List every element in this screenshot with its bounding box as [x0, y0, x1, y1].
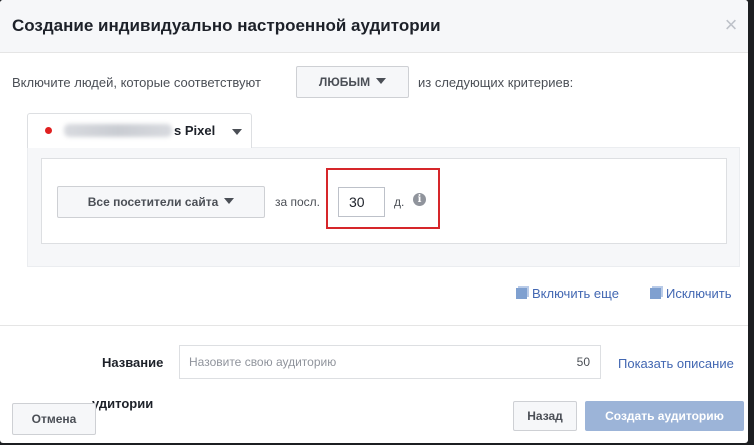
chevron-down-icon: [224, 198, 235, 204]
criteria-prefix: Включите людей, которые соответствуют: [12, 75, 261, 90]
copy-icon: [516, 288, 527, 299]
highlight-box: [326, 168, 440, 229]
copy-icon: [650, 288, 661, 299]
pixel-name: s Pixel: [174, 123, 216, 138]
audience-name-placeholder: Назовите свою аудиторию: [189, 355, 337, 369]
cancel-button[interactable]: Отмена: [12, 403, 96, 435]
partial-audience-label: удитории: [92, 396, 154, 411]
criteria-suffix: из следующих критериев:: [418, 75, 574, 90]
exclude-link[interactable]: Исключить: [650, 286, 732, 301]
close-icon[interactable]: ×: [720, 14, 742, 36]
custom-audience-dialog: Создание индивидуально настроенной аудит…: [0, 0, 748, 443]
pixel-status-icon: [45, 127, 52, 134]
match-type-value: ЛЮБЫМ: [318, 75, 371, 89]
event-value: Все посетители сайта: [87, 195, 219, 209]
for-last-label: за посл.: [275, 195, 321, 209]
chevron-down-icon: [232, 129, 242, 135]
section-divider: [0, 325, 748, 326]
audience-name-input[interactable]: Назовите свою аудиторию 50: [179, 345, 601, 379]
event-dropdown[interactable]: Все посетители сайта: [57, 186, 265, 218]
chevron-down-icon: [376, 78, 387, 84]
back-button[interactable]: Назад: [513, 401, 577, 431]
char-limit-counter: 50: [576, 355, 590, 369]
create-audience-button[interactable]: Создать аудиторию: [585, 401, 744, 431]
dialog-header: Создание индивидуально настроенной аудит…: [0, 0, 748, 53]
dialog-title: Создание индивидуально настроенной аудит…: [12, 16, 441, 35]
include-more-link[interactable]: Включить еще: [516, 286, 619, 301]
redacted-pixel-name: [64, 124, 172, 137]
audience-name-label: Название: [102, 355, 164, 370]
include-more-label: Включить еще: [532, 286, 619, 301]
pixel-selector[interactable]: s Pixel: [27, 113, 252, 148]
show-description-link[interactable]: Показать описание: [618, 356, 734, 371]
exclude-label: Исключить: [666, 286, 732, 301]
match-type-dropdown[interactable]: ЛЮБЫМ: [296, 66, 409, 98]
